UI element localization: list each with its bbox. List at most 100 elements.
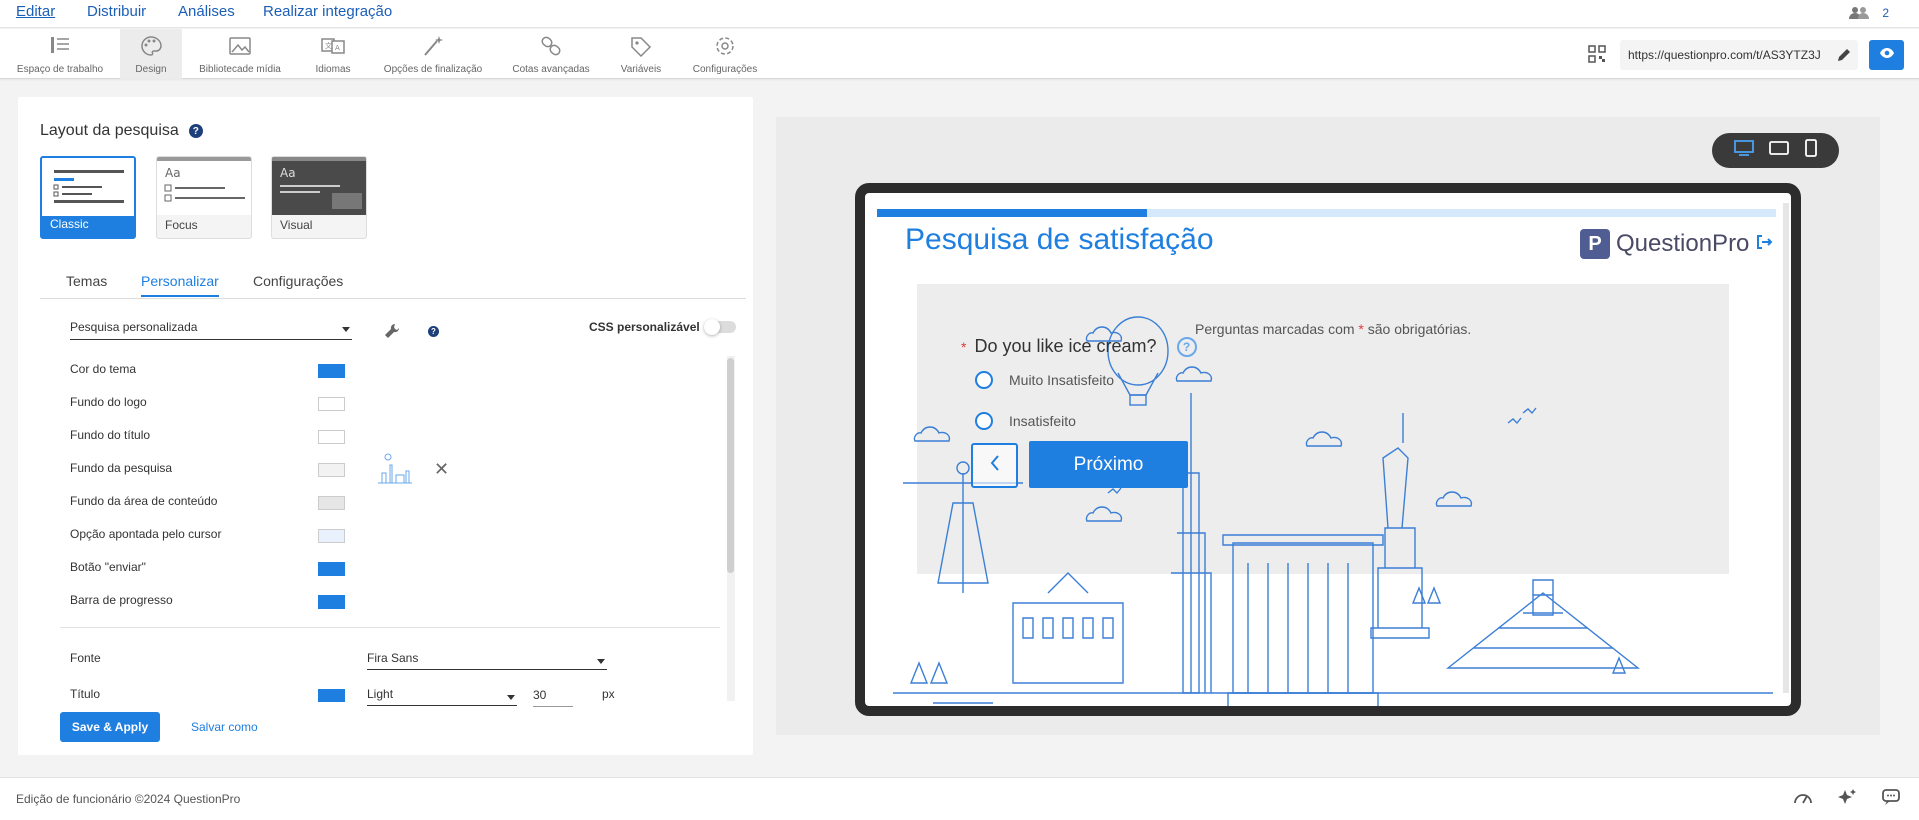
tool-design[interactable]: Design [120,29,182,79]
save-as-link[interactable]: Salvar como [191,720,258,734]
next-button[interactable]: Próximo [1029,441,1188,488]
color-row-survey-bg: Fundo da pesquisa ✕ [70,451,670,487]
scroll-mask [40,702,740,703]
font-label: Fonte [70,651,101,665]
radio-button[interactable] [975,371,993,389]
tab-temas[interactable]: Temas [66,273,107,295]
tool-variaveis[interactable]: Variáveis [613,29,669,79]
radio-button[interactable] [975,412,993,430]
tool-espaco-de-trabalho[interactable]: Espaço de trabalho [7,29,113,79]
answer-option[interactable]: Muito Insatisfeito [975,371,1114,389]
gear-icon [713,35,737,64]
palette-icon [139,35,163,64]
color-swatch[interactable] [318,529,345,543]
sparkle-icon[interactable] [1837,788,1857,811]
color-swatch[interactable] [318,496,345,510]
speedometer-icon[interactable] [1793,788,1813,811]
tool-label: Cotas avançadas [512,64,590,75]
section-divider [60,627,720,628]
color-row-content-bg: Fundo da área de conteúdo [70,494,670,514]
color-label: Fundo do logo [70,395,147,409]
nav-realizar-integracao[interactable]: Realizar integração [263,3,392,20]
tablet-icon[interactable] [1768,140,1789,161]
tool-idiomas[interactable]: 文A Idiomas [303,29,363,79]
collaborators[interactable]: 2 [1848,6,1889,20]
editor-toolbar: Espaço de trabalho Design Bibliotecade m… [0,29,1919,79]
tool-label: Opções de finalização [383,64,483,75]
exit-icon[interactable] [1755,230,1773,258]
color-swatch[interactable] [318,595,345,609]
survey-progress-bar [877,209,1776,217]
title-color-swatch[interactable] [318,689,345,703]
tool-opcoes-finalizacao[interactable]: Opções de finalização [377,29,489,79]
nav-distribuir[interactable]: Distribuir [87,3,146,20]
color-row-hover-option: Opção apontada pelo cursor [70,527,670,547]
color-swatch[interactable] [318,463,345,477]
tool-cotas-avancadas[interactable]: Cotas avançadas [503,29,599,79]
questionpro-mark-icon: P [1580,229,1610,259]
tool-biblioteca-midia[interactable]: Bibliotecade mídia [192,29,288,79]
theme-help-icon[interactable]: ? [428,326,439,337]
tool-label: Variáveis [620,64,662,75]
layout-option-visual[interactable]: Aa Visual [271,156,367,239]
answer-option-label: Insatisfeito [1009,413,1076,429]
mobile-icon[interactable] [1804,139,1818,162]
desktop-icon[interactable] [1733,140,1754,161]
color-swatch[interactable] [318,430,345,444]
question-help-icon[interactable]: ? [1176,336,1197,357]
tag-icon [629,35,653,64]
help-icon[interactable]: ? [188,124,203,138]
panel-scrollbar-thumb[interactable] [727,358,734,573]
title-size-input[interactable]: 30 [533,685,573,707]
required-star: * [1358,321,1364,337]
answer-option[interactable]: Insatisfeito [975,412,1076,430]
color-swatch[interactable] [318,562,345,576]
color-swatch[interactable] [318,364,345,378]
question-row: * Do you like ice cream? ? [961,336,1197,357]
font-dropdown[interactable]: Fira Sans [367,648,607,670]
save-apply-button[interactable]: Save & Apply [60,712,160,742]
tool-configuracoes[interactable]: Configurações [684,29,766,79]
custom-css-toggle[interactable] [704,319,736,335]
layout-option-focus[interactable]: Aa Focus [156,156,252,239]
tool-label: Idiomas [315,64,351,75]
title-size-unit: px [602,687,615,701]
questionpro-logo: P QuestionPro [1580,229,1773,259]
tab-configuracoes[interactable]: Configurações [253,273,343,295]
back-button[interactable] [971,443,1018,488]
tool-label: Espaço de trabalho [16,64,104,75]
wrench-icon[interactable] [383,322,401,345]
chat-icon[interactable] [1881,788,1901,811]
survey-title: Pesquisa de satisfação [905,223,1214,256]
device-switcher [1712,133,1839,168]
layout-title-row: Layout da pesquisa ? [40,122,203,140]
preview-button[interactable] [1869,40,1904,70]
edit-pencil-icon[interactable] [1830,47,1852,66]
nav-analises[interactable]: Análises [178,3,235,20]
theme-dropdown-value: Pesquisa personalizada [70,320,198,334]
background-image-thumbnail[interactable] [374,451,416,487]
svg-text:A: A [335,44,340,52]
required-note: Perguntas marcadas com * são obrigatória… [1195,321,1471,337]
survey-url-field[interactable]: https://questionpro.com/t/AS3YTZ3J [1620,40,1858,70]
link-icon [539,35,563,64]
layout-option-classic[interactable]: Classic [40,156,136,239]
color-swatch[interactable] [318,397,345,411]
close-icon[interactable]: ✕ [434,460,449,478]
color-label: Fundo da pesquisa [70,461,173,475]
layout-option-label: Classic [50,217,89,231]
tab-personalizar[interactable]: Personalizar [141,273,219,297]
svg-text:Aa: Aa [165,166,181,180]
title-weight-value: Light [367,687,394,701]
theme-dropdown[interactable]: Pesquisa personalizada [70,316,352,340]
color-label: Fundo do título [70,428,151,442]
required-note-before: Perguntas marcadas com [1195,321,1355,337]
tool-label: Configurações [692,64,758,75]
preview-scrollbar[interactable] [1783,203,1789,693]
color-label: Cor do tema [70,362,137,376]
question-text: Do you like ice cream? [974,336,1157,356]
qr-code-icon[interactable] [1588,45,1606,68]
nav-editar[interactable]: Editar [16,3,55,20]
required-note-after: são obrigatórias. [1367,321,1472,337]
magic-wand-icon [421,35,445,64]
